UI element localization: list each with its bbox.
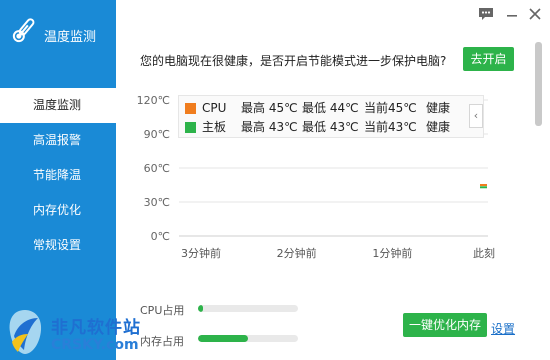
legend-collapse-button[interactable]: ‹ — [469, 104, 483, 128]
chat-bubble-icon[interactable] — [478, 6, 494, 22]
close-icon[interactable] — [527, 6, 543, 22]
legend-swatch-cpu — [185, 103, 196, 114]
x-tick-label: 1分钟前 — [372, 246, 412, 260]
legend-board-min: 最低 43℃ — [302, 120, 359, 134]
x-tick-label: 此刻 — [473, 246, 495, 260]
y-tick-label: 120℃ — [137, 94, 170, 107]
legend-series-board: 主板 — [202, 120, 227, 134]
health-prompt: 您的电脑现在很健康，是否开启节能模式进一步保护电脑? — [140, 54, 447, 68]
settings-link[interactable]: 设置 — [491, 320, 515, 337]
thermometer-icon — [12, 18, 35, 43]
x-tick-label: 2分钟前 — [277, 246, 317, 260]
app-brand: 温度监测 — [0, 0, 116, 78]
app-title: 温度监测 — [44, 30, 97, 45]
chart-legend: CPU 最高 45℃ 最低 44℃ 当前45℃ 健康 主板 最高 43℃ 最低 … — [178, 95, 484, 138]
legend-swatch-board — [185, 122, 196, 133]
enable-energy-saving-button[interactable]: 去开启 — [463, 47, 514, 71]
cpu-usage-fill — [198, 305, 203, 312]
cpu-usage-bar — [198, 305, 298, 312]
y-tick-label: 30℃ — [144, 196, 170, 209]
sidebar-nav: 温度监测 高温报警 节能降温 内存优化 常规设置 — [0, 88, 116, 263]
sidebar-item-general-settings[interactable]: 常规设置 — [0, 228, 116, 263]
legend-series-cpu: CPU — [202, 101, 227, 115]
legend-cpu-max: 最高 45℃ — [241, 101, 298, 115]
watermark-english: CRSKY.com — [51, 337, 139, 353]
memory-usage-bar — [198, 335, 298, 342]
sidebar-item-energy-saving[interactable]: 节能降温 — [0, 158, 116, 193]
legend-board-current: 当前43℃ — [364, 120, 417, 134]
legend-board-max: 最高 43℃ — [241, 120, 298, 134]
y-tick-label: 90℃ — [144, 128, 170, 141]
y-tick-label: 60℃ — [144, 162, 170, 175]
sidebar-item-high-temp-alarm[interactable]: 高温报警 — [0, 123, 116, 158]
sidebar-item-temperature-monitor[interactable]: 温度监测 — [0, 88, 116, 123]
sidebar-item-memory-optimize[interactable]: 内存优化 — [0, 193, 116, 228]
y-tick-label: 0℃ — [151, 230, 170, 243]
legend-board-status: 健康 — [426, 120, 451, 134]
watermark-chinese: 非凡软件站 — [51, 318, 141, 338]
legend-cpu-current: 当前45℃ — [364, 101, 417, 115]
crsky-watermark: 非凡软件站 CRSKY.com — [0, 302, 160, 360]
x-tick-label: 3分钟前 — [181, 246, 221, 260]
crsky-logo-icon — [9, 310, 42, 354]
minimize-icon[interactable] — [504, 6, 520, 22]
legend-cpu-min: 最低 44℃ — [302, 101, 359, 115]
optimize-memory-button[interactable]: 一键优化内存 — [403, 313, 487, 337]
legend-cpu-status: 健康 — [426, 101, 451, 115]
vertical-scrollbar[interactable] — [535, 42, 542, 126]
memory-usage-fill — [198, 335, 248, 342]
